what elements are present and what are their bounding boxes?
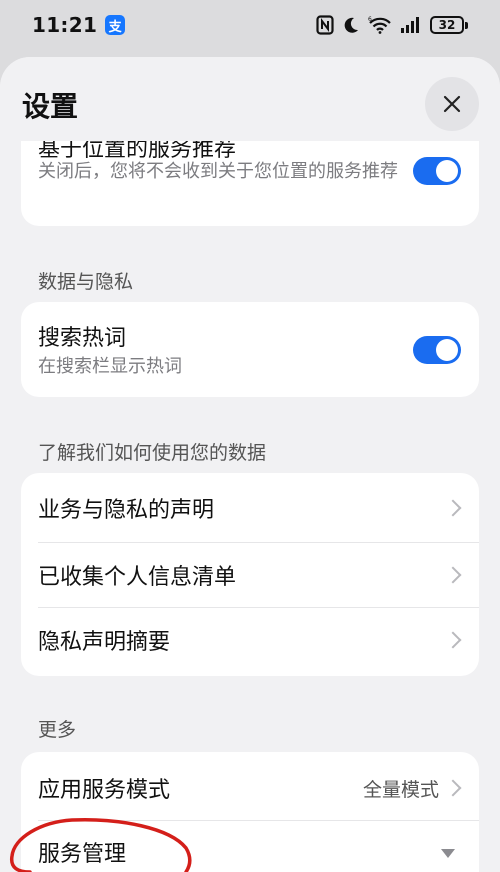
- list-item-label: 服务管理: [38, 842, 127, 867]
- status-icons: 6 32: [316, 15, 468, 35]
- search-hot-words-card[interactable]: 搜索热词 在搜索栏显示热词: [21, 302, 479, 397]
- chevron-right-icon: [444, 566, 462, 584]
- chevron-right-icon: [444, 499, 462, 517]
- data-usage-card: 业务与隐私的声明 已收集个人信息清单 隐私声明摘要: [21, 473, 479, 676]
- list-item-service-management[interactable]: 服务管理: [21, 821, 479, 872]
- chevron-right-icon: [444, 631, 462, 649]
- chevron-right-icon: [444, 779, 462, 797]
- list-item-label: 业务与隐私的声明: [38, 498, 215, 523]
- section-header-more: 更多: [38, 719, 77, 741]
- close-icon: [443, 95, 461, 113]
- alipay-app-icon: 支: [105, 15, 126, 35]
- list-item-label: 已收集个人信息清单: [38, 565, 237, 590]
- signal-icon: [400, 17, 422, 33]
- app-service-mode-value: 全量模式: [362, 779, 439, 801]
- list-item-privacy-summary[interactable]: 隐私声明摘要: [21, 608, 479, 676]
- more-card: 应用服务模式 全量模式 服务管理: [21, 752, 479, 872]
- toggle-knob: [436, 339, 458, 361]
- battery-icon: 32: [430, 16, 468, 34]
- search-hot-words-title: 搜索热词: [38, 326, 127, 351]
- list-item-label: 应用服务模式: [38, 778, 171, 803]
- close-button[interactable]: [425, 77, 479, 131]
- section-header-data-privacy: 数据与隐私: [38, 271, 134, 293]
- list-item-app-service-mode[interactable]: 应用服务模式 全量模式: [21, 752, 479, 820]
- list-item-collected-info-list[interactable]: 已收集个人信息清单: [21, 543, 479, 607]
- battery-tip: [465, 21, 468, 29]
- search-hot-words-toggle[interactable]: [413, 336, 461, 364]
- status-bar: 11:21 支 6 32: [0, 0, 500, 50]
- location-recommendation-toggle[interactable]: [413, 157, 461, 185]
- settings-scroll-area[interactable]: 基于位置的服务推荐 关闭后，您将不会收到关于您位置的服务推荐 数据与隐私 搜索热…: [0, 57, 500, 872]
- section-header-data-usage: 了解我们如何使用您的数据: [38, 442, 267, 464]
- list-item-business-privacy-statement[interactable]: 业务与隐私的声明: [21, 473, 479, 542]
- nfc-icon: [316, 15, 334, 35]
- list-item-label: 隐私声明摘要: [38, 630, 171, 655]
- toggle-knob: [436, 160, 458, 182]
- sheet-header: 设置: [0, 57, 500, 141]
- search-hot-words-subtitle: 在搜索栏显示热词: [38, 356, 182, 377]
- expand-caret-icon: [441, 849, 455, 858]
- battery-level: 32: [430, 16, 464, 34]
- wifi-icon: 6: [368, 16, 392, 34]
- status-time: 11:21: [32, 13, 98, 37]
- screen: 11:21 支 6 32 基于位置的服务推荐 关闭后，您将不会收到关于您位置的服…: [0, 0, 500, 872]
- svg-text:6: 6: [368, 16, 372, 23]
- moon-icon: [342, 16, 360, 34]
- location-recommendation-subtitle: 关闭后，您将不会收到关于您位置的服务推荐: [38, 161, 398, 182]
- page-title: 设置: [22, 90, 79, 123]
- settings-sheet: 基于位置的服务推荐 关闭后，您将不会收到关于您位置的服务推荐 数据与隐私 搜索热…: [0, 57, 500, 872]
